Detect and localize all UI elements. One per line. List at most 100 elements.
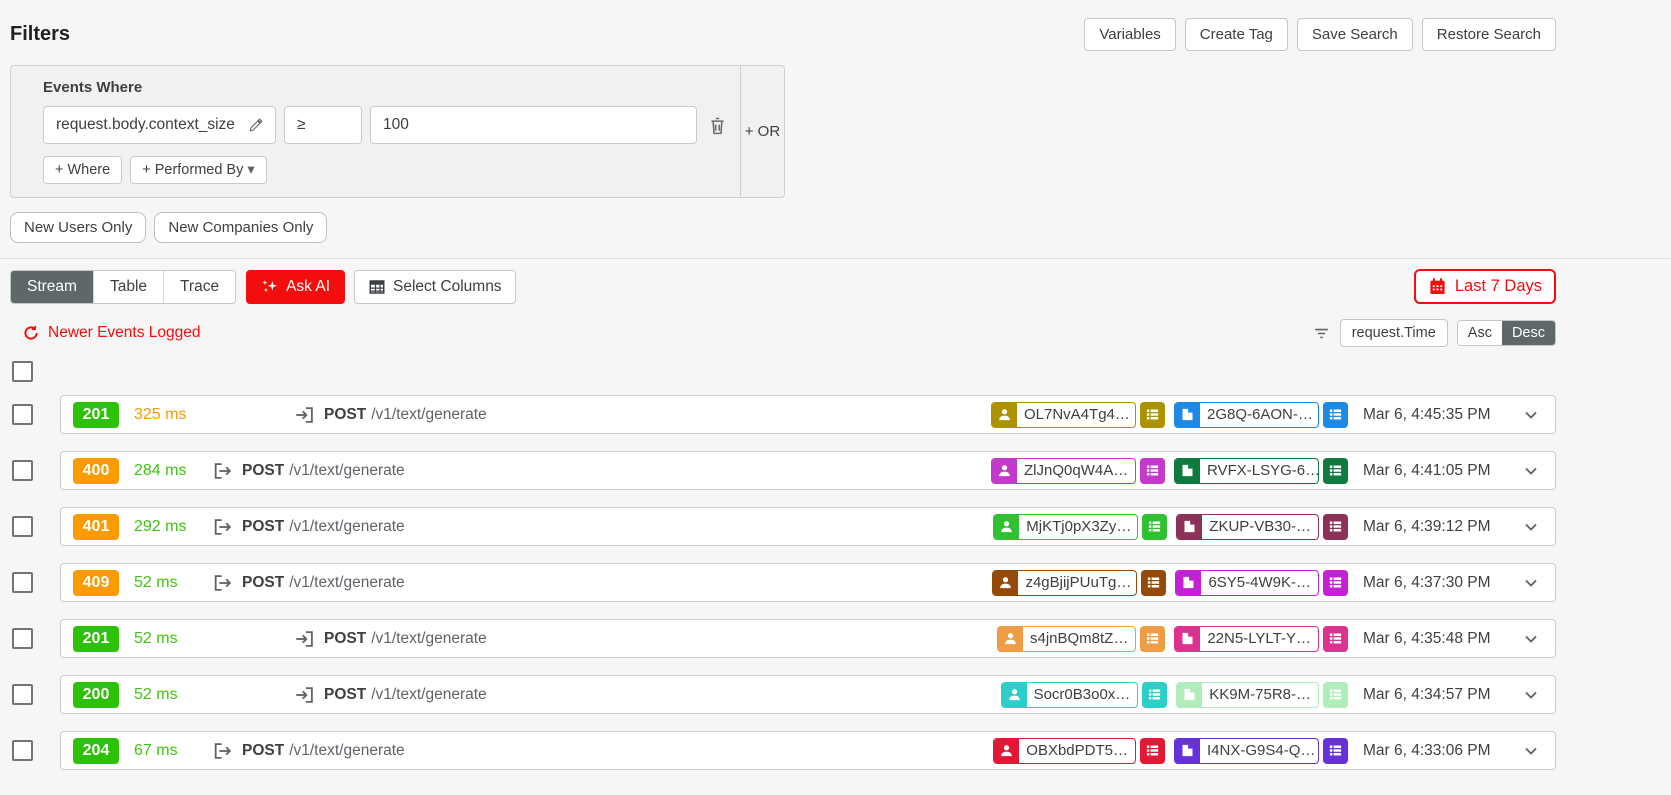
stream-bar: Newer Events Logged request.Time Asc Des… [10, 319, 1556, 347]
company-details-icon[interactable] [1323, 401, 1348, 428]
refresh-icon [22, 324, 40, 342]
user-id: ZlJnQ0qW4A… [1024, 462, 1129, 479]
event-card[interactable]: 409 52 ms POST /v1/text/generate z4gBjij… [60, 563, 1556, 602]
sort-asc-button[interactable]: Asc [1457, 321, 1502, 345]
chevron-down-icon[interactable] [1521, 685, 1541, 705]
user-chip[interactable]: Socr0B3o0x… [1000, 681, 1139, 708]
event-card[interactable]: 204 67 ms POST /v1/text/generate OBXbdPD… [60, 731, 1556, 770]
newer-events-button[interactable]: Newer Events Logged [22, 324, 201, 342]
company-details-icon[interactable] [1323, 681, 1348, 708]
event-card[interactable]: 400 284 ms POST /v1/text/generate ZlJnQ0… [60, 451, 1556, 490]
row-checkbox[interactable] [12, 516, 33, 537]
event-card[interactable]: 201 52 ms POST /v1/text/generate s4jnBQm… [60, 619, 1556, 658]
row-checkbox[interactable] [12, 572, 33, 593]
user-chip[interactable]: MjKTj0pX3Zy… [993, 513, 1139, 540]
add-or-button[interactable]: + OR [741, 66, 784, 197]
sort-desc-button[interactable]: Desc [1501, 321, 1555, 345]
http-method: POST [242, 461, 285, 479]
user-details-icon[interactable] [1141, 569, 1167, 596]
new-users-only-button[interactable]: New Users Only [10, 212, 147, 243]
company-icon [1175, 402, 1200, 427]
company-details-icon[interactable] [1323, 457, 1348, 484]
direction-in-icon [294, 684, 316, 706]
http-method: POST [242, 741, 285, 759]
event-card[interactable]: 201 325 ms POST /v1/text/generate OL7NvA… [60, 395, 1556, 434]
user-details-icon[interactable] [1140, 625, 1166, 652]
company-details-icon[interactable] [1323, 737, 1348, 764]
company-chip[interactable]: 6SY5-4W9K-… [1175, 569, 1319, 596]
user-chip[interactable]: z4gBjijPUuTg… [992, 569, 1138, 596]
filter-operator-select[interactable]: ≥ [284, 106, 362, 144]
variables-button[interactable]: Variables [1084, 18, 1176, 51]
company-details-icon[interactable] [1323, 625, 1348, 652]
user-chip[interactable]: OL7NvA4Tg4… [991, 401, 1136, 428]
user-id: MjKTj0pX3Zy… [1026, 518, 1132, 535]
company-chip[interactable]: 2G8Q-6AON-… [1174, 401, 1319, 428]
row-checkbox[interactable] [12, 684, 33, 705]
timestamp: Mar 6, 4:35:48 PM [1363, 629, 1491, 647]
add-performed-by-button[interactable]: + Performed By ▾ [130, 156, 267, 184]
event-card[interactable]: 401 292 ms POST /v1/text/generate MjKTj0… [60, 507, 1556, 546]
user-details-icon[interactable] [1140, 457, 1165, 484]
chevron-down-icon[interactable] [1521, 461, 1541, 481]
user-details-icon[interactable] [1142, 681, 1168, 708]
new-companies-only-button[interactable]: New Companies Only [154, 212, 328, 243]
company-id: 2G8Q-6AON-… [1207, 406, 1313, 423]
company-chip[interactable]: KK9M-75R8-… [1176, 681, 1319, 708]
user-id: OBXbdPDT5… [1026, 742, 1128, 759]
date-range-label: Last 7 Days [1454, 277, 1542, 295]
event-card[interactable]: 200 52 ms POST /v1/text/generate Socr0B3… [60, 675, 1556, 714]
chevron-down-icon[interactable] [1521, 405, 1541, 425]
save-search-button[interactable]: Save Search [1296, 18, 1413, 51]
sort-icon[interactable] [1312, 324, 1331, 343]
filter-field-value: request.body.context_size [56, 116, 235, 133]
user-details-icon[interactable] [1142, 513, 1168, 540]
timestamp: Mar 6, 4:33:06 PM [1363, 741, 1491, 759]
company-chip[interactable]: 22N5-LYLT-Y… [1174, 625, 1319, 652]
chevron-down-icon[interactable] [1521, 629, 1541, 649]
create-tag-button[interactable]: Create Tag [1184, 18, 1288, 51]
direction-out-icon [212, 516, 234, 538]
ask-ai-button[interactable]: Ask AI [246, 269, 346, 304]
chevron-down-icon[interactable] [1521, 573, 1541, 593]
chevron-down-icon[interactable] [1521, 741, 1541, 761]
chevron-down-icon[interactable] [1521, 517, 1541, 537]
user-chip[interactable]: OBXbdPDT5… [993, 737, 1136, 764]
company-icon [1175, 458, 1200, 483]
user-chip[interactable]: s4jnBQm8tZ… [996, 625, 1137, 652]
user-details-icon[interactable] [1140, 737, 1165, 764]
filter-value-input[interactable]: 100 [370, 106, 697, 144]
company-id: KK9M-75R8-… [1209, 686, 1311, 703]
row-checkbox[interactable] [12, 404, 33, 425]
tab-trace[interactable]: Trace [163, 270, 236, 303]
company-details-icon[interactable] [1323, 513, 1348, 540]
header-actions: Variables Create Tag Save Search Restore… [1084, 18, 1556, 51]
user-details-icon[interactable] [1140, 401, 1165, 428]
select-all-checkbox[interactable] [12, 361, 33, 382]
http-method: POST [324, 685, 367, 703]
edit-icon [248, 117, 263, 133]
select-columns-button[interactable]: Select Columns [354, 269, 516, 304]
company-details-icon[interactable] [1323, 569, 1348, 596]
filter-field-select[interactable]: request.body.context_size [43, 106, 276, 144]
row-checkbox[interactable] [12, 740, 33, 761]
add-where-button[interactable]: + Where [43, 156, 123, 184]
status-badge: 201 [73, 625, 119, 652]
user-chip[interactable]: ZlJnQ0qW4A… [991, 457, 1136, 484]
restore-search-button[interactable]: Restore Search [1421, 18, 1556, 51]
events-where-panel: Events Where request.body.context_size ≥… [10, 65, 785, 198]
status-badge: 200 [73, 681, 119, 708]
row-checkbox[interactable] [12, 628, 33, 649]
tab-stream[interactable]: Stream [11, 270, 93, 303]
company-chip[interactable]: I4NX-G9S4-Q… [1174, 737, 1319, 764]
company-chip[interactable]: ZKUP-VB30-… [1176, 513, 1319, 540]
performed-by-label: + Performed By [142, 162, 244, 178]
row-checkbox[interactable] [12, 460, 33, 481]
company-chip[interactable]: RVFX-LSYG-6… [1174, 457, 1319, 484]
status-badge: 204 [73, 737, 119, 764]
delete-filter-button[interactable] [705, 115, 730, 136]
timestamp: Mar 6, 4:41:05 PM [1363, 461, 1491, 479]
sort-field-button[interactable]: request.Time [1339, 319, 1448, 347]
date-range-button[interactable]: Last 7 Days [1413, 269, 1556, 304]
tab-table[interactable]: Table [92, 270, 164, 303]
